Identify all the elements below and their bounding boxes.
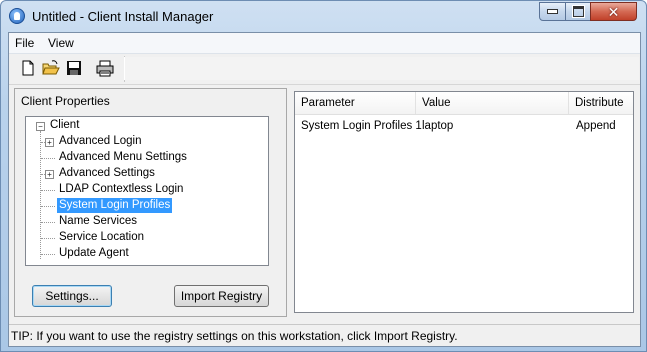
menu-file[interactable]: File xyxy=(15,36,34,50)
open-folder-icon[interactable] xyxy=(42,59,60,77)
app-icon xyxy=(9,8,25,24)
window-title: Untitled - Client Install Manager xyxy=(32,9,214,24)
status-tip: TIP: If you want to use the registry set… xyxy=(11,329,458,343)
title-bar[interactable]: Untitled - Client Install Manager ✕ xyxy=(1,1,646,32)
app-window: Untitled - Client Install Manager ✕ File… xyxy=(0,0,647,352)
new-document-icon[interactable] xyxy=(19,59,37,77)
tree-item-client[interactable]: Client xyxy=(50,118,79,133)
tree-item-advanced-settings[interactable]: Advanced Settings xyxy=(59,166,155,181)
expand-icon[interactable]: + xyxy=(45,170,54,179)
cell-parameter: System Login Profiles 1 xyxy=(301,120,422,132)
menu-view[interactable]: View xyxy=(48,36,74,50)
tree-branch-line xyxy=(41,206,55,207)
minimize-button[interactable] xyxy=(539,2,566,21)
tree-branch-line xyxy=(41,190,55,191)
tree-item-advanced-login[interactable]: Advanced Login xyxy=(59,134,141,149)
tree-branch-line xyxy=(41,222,55,223)
client-area: File View Client Properties − Client + A… xyxy=(8,32,641,347)
print-icon[interactable] xyxy=(96,59,114,77)
cell-value: laptop xyxy=(422,120,454,132)
column-value[interactable]: Value xyxy=(416,92,569,114)
maximize-icon xyxy=(571,5,585,18)
menu-bar: File View xyxy=(9,33,640,54)
tree-branch-line xyxy=(41,238,55,239)
close-button[interactable]: ✕ xyxy=(590,2,637,21)
import-registry-button[interactable]: Import Registry xyxy=(174,285,269,307)
tree-branch-line xyxy=(41,254,55,255)
close-icon: ✕ xyxy=(607,3,620,20)
tree-item-update-agent[interactable]: Update Agent xyxy=(59,246,129,261)
collapse-icon[interactable]: − xyxy=(36,122,45,131)
tree-item-advanced-menu-settings[interactable]: Advanced Menu Settings xyxy=(59,150,187,165)
toolbar-group xyxy=(12,56,125,82)
list-header: Parameter Value Distribute xyxy=(295,92,633,115)
parameter-list[interactable]: Parameter Value Distribute System Login … xyxy=(294,91,634,313)
tree-item-name-services[interactable]: Name Services xyxy=(59,214,137,229)
toolbar-extension xyxy=(124,57,639,80)
tree-guide-line xyxy=(40,131,41,259)
status-bar: TIP: If you want to use the registry set… xyxy=(9,324,640,346)
save-icon[interactable] xyxy=(65,59,83,77)
cell-distribute: Append xyxy=(576,120,616,132)
client-properties-group: Client Properties − Client + Advanced Lo… xyxy=(14,88,287,317)
maximize-button[interactable] xyxy=(565,2,591,21)
tree-branch-line xyxy=(41,158,55,159)
client-properties-label: Client Properties xyxy=(21,94,110,108)
column-distribute[interactable]: Distribute xyxy=(569,92,633,114)
tree-item-ldap-contextless-login[interactable]: LDAP Contextless Login xyxy=(59,182,183,197)
client-properties-tree[interactable]: − Client + Advanced Login Advanced Menu … xyxy=(25,116,269,266)
tree-item-system-login-profiles[interactable]: System Login Profiles xyxy=(57,198,173,213)
toolbar xyxy=(9,54,640,85)
expand-icon[interactable]: + xyxy=(45,138,54,147)
column-parameter[interactable]: Parameter xyxy=(295,92,416,114)
tree-item-service-location[interactable]: Service Location xyxy=(59,230,144,245)
minimize-icon xyxy=(547,9,558,14)
settings-button[interactable]: Settings... xyxy=(32,285,112,307)
